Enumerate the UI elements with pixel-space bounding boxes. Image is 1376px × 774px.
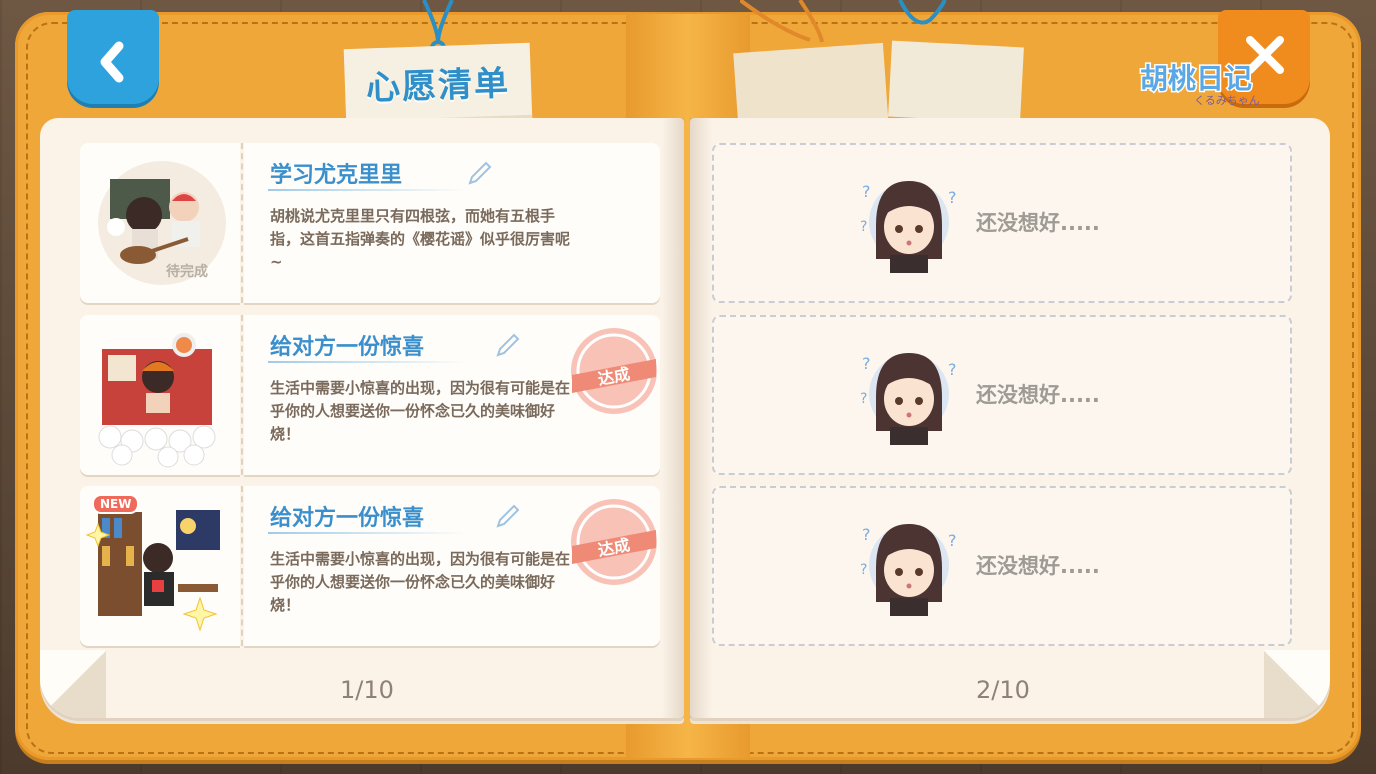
pencil-icon xyxy=(468,161,492,185)
wish-card[interactable]: 待完成 学习尤克里里 胡桃说尤克里里只有四根弦，而她有五根手指，这首五指弹奏的《… xyxy=(80,143,660,303)
confused-girl-icon: ? ? ? xyxy=(860,524,957,616)
surprise-illustration-icon xyxy=(98,333,216,468)
title-underline xyxy=(268,361,468,363)
wish-title: 学习尤克里里 xyxy=(270,163,403,188)
wish-description: 生活中需要小惊喜的出现，因为很有可能是在乎你的人想要送你一份怀念已久的美味御好烧… xyxy=(270,379,571,443)
logo-icon: 胡桃日记 くるみちゃん xyxy=(1139,61,1260,108)
svg-text:?: ? xyxy=(860,562,867,578)
page-number-left: 1/10 xyxy=(340,676,394,704)
svg-text:?: ? xyxy=(862,354,871,373)
wish-thumbnail: NEW xyxy=(80,486,240,646)
wish-thumbnail xyxy=(80,315,240,475)
empty-slot-text: 还没想好..... xyxy=(976,554,1100,578)
wish-description: 生活中需要小惊喜的出现，因为很有可能是在乎你的人想要送你一份怀念已久的美味御好烧… xyxy=(270,550,571,614)
chevron-left-icon xyxy=(100,41,124,83)
achieved-stamp-icon: 达成 xyxy=(571,499,657,585)
page-number-right: 2/10 xyxy=(976,676,1030,704)
empty-wish-slot[interactable]: ? ? ? 还没想好..... xyxy=(712,315,1292,475)
svg-text:くるみちゃん: くるみちゃん xyxy=(1194,94,1260,107)
wish-title: 给对方一份惊喜 xyxy=(270,335,425,360)
wish-card[interactable]: 给对方一份惊喜 生活中需要小惊喜的出现，因为很有可能是在乎你的人想要送你一份怀念… xyxy=(80,315,660,475)
svg-text:?: ? xyxy=(860,219,867,235)
title-underline xyxy=(268,532,468,534)
pencil-icon xyxy=(496,504,520,528)
svg-text:?: ? xyxy=(862,525,871,544)
empty-wish-slot[interactable]: ? ? ? 还没想好..... xyxy=(712,143,1292,303)
game-logo: 胡桃日记 くるみちゃん xyxy=(1136,58,1276,110)
svg-text:?: ? xyxy=(948,531,957,550)
svg-text:?: ? xyxy=(862,182,871,201)
empty-slot-text: 还没想好..... xyxy=(976,383,1100,407)
page-title: 心愿清单 xyxy=(365,62,511,109)
decorative-tag xyxy=(888,40,1024,124)
pencil-icon xyxy=(496,333,520,357)
status-label: 待完成 xyxy=(166,264,208,280)
svg-text:?: ? xyxy=(948,360,957,379)
title-underline xyxy=(268,189,468,191)
wish-card-body[interactable]: 给对方一份惊喜 生活中需要小惊喜的出现，因为很有可能是在乎你的人想要送你一份怀念… xyxy=(241,486,660,646)
empty-slot-text: 还没想好..... xyxy=(976,211,1100,235)
svg-text:胡桃日记: 胡桃日记 xyxy=(1140,62,1252,95)
achieved-stamp-icon: 达成 xyxy=(571,328,657,414)
empty-wish-slot[interactable]: ? ? ? 还没想好..... xyxy=(712,486,1292,646)
wish-thumbnail: 待完成 xyxy=(80,143,240,303)
confused-girl-icon: ? ? ? xyxy=(860,181,957,273)
new-badge: NEW xyxy=(92,494,140,514)
wish-card-body[interactable]: 学习尤克里里 胡桃说尤克里里只有四根弦，而她有五根手指，这首五指弹奏的《樱花谣》… xyxy=(241,143,660,303)
svg-text:?: ? xyxy=(860,391,867,407)
svg-text:?: ? xyxy=(948,188,957,207)
wish-card[interactable]: NEW 给对方一份惊喜 生活中需要小惊喜的出现，因为很有可能是在乎你的人想要送你… xyxy=(80,486,660,646)
wishlist-title-tag: 心愿清单 xyxy=(343,42,533,128)
wish-description: 胡桃说尤克里里只有四根弦，而她有五根手指，这首五指弹奏的《樱花谣》似乎很厉害呢~ xyxy=(270,207,571,271)
back-button[interactable] xyxy=(67,10,159,104)
wish-card-body[interactable]: 给对方一份惊喜 生活中需要小惊喜的出现，因为很有可能是在乎你的人想要送你一份怀念… xyxy=(241,315,660,475)
confused-girl-icon: ? ? ? xyxy=(860,353,957,445)
wish-title: 给对方一份惊喜 xyxy=(270,506,425,531)
ukulele-illustration-icon xyxy=(98,161,226,285)
